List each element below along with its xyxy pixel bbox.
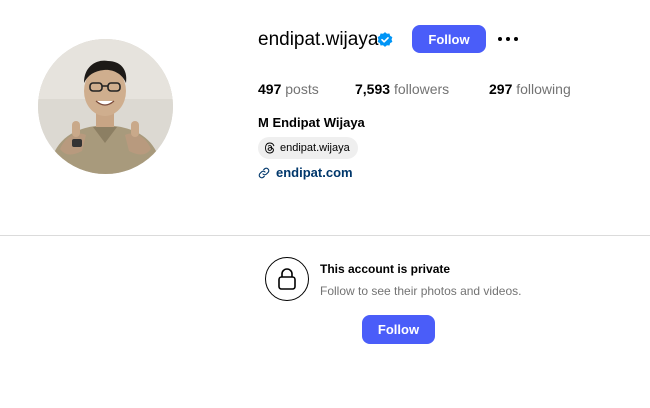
threads-badge[interactable]: endipat.wijaya [258, 137, 358, 159]
private-lock-badge [265, 257, 309, 301]
following-stat[interactable]: 297 following [489, 80, 571, 98]
profile-username: endipat.wijaya [258, 29, 379, 50]
section-divider [0, 235, 650, 236]
threads-icon [265, 142, 275, 154]
private-follow-button[interactable]: Follow [362, 315, 435, 344]
profile-avatar[interactable] [38, 39, 173, 174]
posts-stat: 497 posts [258, 80, 319, 98]
link-icon [258, 167, 270, 178]
followers-stat[interactable]: 7,593 followers [355, 80, 449, 98]
follow-button[interactable]: Follow [412, 25, 486, 53]
followers-count: 7,593 [355, 81, 391, 97]
profile-full-name: M Endipat Wijaya [258, 115, 365, 130]
website-link[interactable]: endipat.com [258, 165, 353, 180]
private-account-subtitle: Follow to see their photos and videos. [320, 284, 522, 298]
following-count: 297 [489, 81, 513, 97]
following-label: following [516, 81, 571, 97]
posts-label: posts [285, 81, 319, 97]
threads-handle: endipat.wijaya [280, 142, 350, 154]
website-link-text: endipat.com [276, 165, 353, 180]
followers-label: followers [393, 81, 450, 97]
posts-count: 497 [258, 81, 282, 97]
more-horizontal-icon[interactable] [497, 30, 519, 48]
private-account-title: This account is private [320, 262, 451, 276]
verified-badge-icon [377, 32, 393, 47]
profile-photo [38, 39, 173, 174]
lock-icon [278, 268, 296, 290]
